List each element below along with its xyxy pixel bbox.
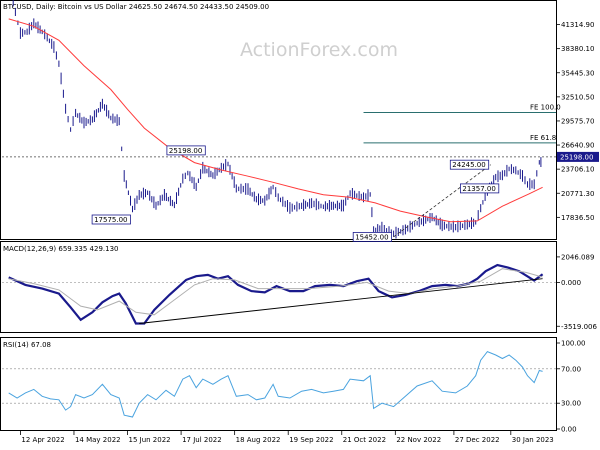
macd-tick-label: 2046.089 <box>561 253 594 261</box>
macd-line <box>8 263 544 325</box>
date-tick-label: 21 Oct 2022 <box>343 436 386 444</box>
price-tick-label: 35445.30 <box>561 69 594 77</box>
date-tick-label: 15 Jun 2022 <box>129 436 171 444</box>
date-tick-label: 12 Apr 2022 <box>21 436 64 444</box>
price-annotation-label: 17575.00 <box>94 216 127 224</box>
current-price-label: 25198.00 <box>560 153 593 161</box>
symbol-label: BTCUSD, Daily: Bitcoin vs US Dollar 2462… <box>3 3 269 11</box>
rsi-layer <box>2 350 556 418</box>
date-tick-label: 22 Nov 2022 <box>396 436 441 444</box>
rsi-tick-label: 100.00 <box>561 340 586 348</box>
chart: ActionForex.com BTCUSD, Daily: Bitcoin v… <box>0 0 599 444</box>
date-tick-label: 18 Aug 2022 <box>236 436 281 444</box>
price-annotation-label: 15452.00 <box>355 233 388 241</box>
price-tick-label: 23706.10 <box>561 166 594 174</box>
rsi-tick-label: 0.00 <box>561 426 577 434</box>
macd-signal-line <box>8 268 543 316</box>
rsi-line <box>8 350 543 418</box>
rsi-tick-label: 30.00 <box>561 400 581 408</box>
price-tick-label: 32510.50 <box>561 93 594 101</box>
price-tick-label: 38380.10 <box>561 45 594 53</box>
macd-layer <box>2 263 556 325</box>
macd-tick-label: 0.000 <box>561 279 581 287</box>
fe-level-label: FE 100.0 <box>530 104 561 112</box>
price-tick-label: 29575.70 <box>561 117 594 125</box>
macd-tick-label: -3519.006 <box>561 323 597 331</box>
date-tick-label: 27 Dec 2022 <box>455 436 500 444</box>
fe-level-label: FE 61.8 <box>530 134 556 142</box>
price-tick-label: 17836.50 <box>561 214 594 222</box>
price-annotation-label: 24245.00 <box>452 161 485 169</box>
watermark: ActionForex.com <box>240 39 398 61</box>
rsi-panel-frame <box>0 337 557 431</box>
date-tick-label: 14 May 2022 <box>75 436 121 444</box>
date-tick-label: 17 Jul 2022 <box>182 436 222 444</box>
axis-layer: 41314.90 38380.10 35445.30 32510.50 29575.70… <box>20 21 599 444</box>
price-layer: FE 100.0 FE 61.8 25198.00 17575.00 15452.00 2… <box>2 0 561 242</box>
price-tick-label: 20771.30 <box>561 190 594 198</box>
date-tick-label: 30 Jan 2023 <box>512 436 554 444</box>
price-annotation-label: 25198.00 <box>169 147 202 155</box>
rsi-label: RSI(14) 67.08 <box>3 341 51 349</box>
price-tick-label: 26640.90 <box>561 142 594 150</box>
date-tick-label: 19 Sep 2022 <box>289 436 333 444</box>
rsi-tick-label: 70.00 <box>561 365 581 373</box>
macd-label: MACD(12,26,9) 659.335 429.130 <box>3 245 119 253</box>
price-annotation-label: 21357.00 <box>462 185 495 193</box>
price-tick-label: 41314.90 <box>561 21 594 29</box>
